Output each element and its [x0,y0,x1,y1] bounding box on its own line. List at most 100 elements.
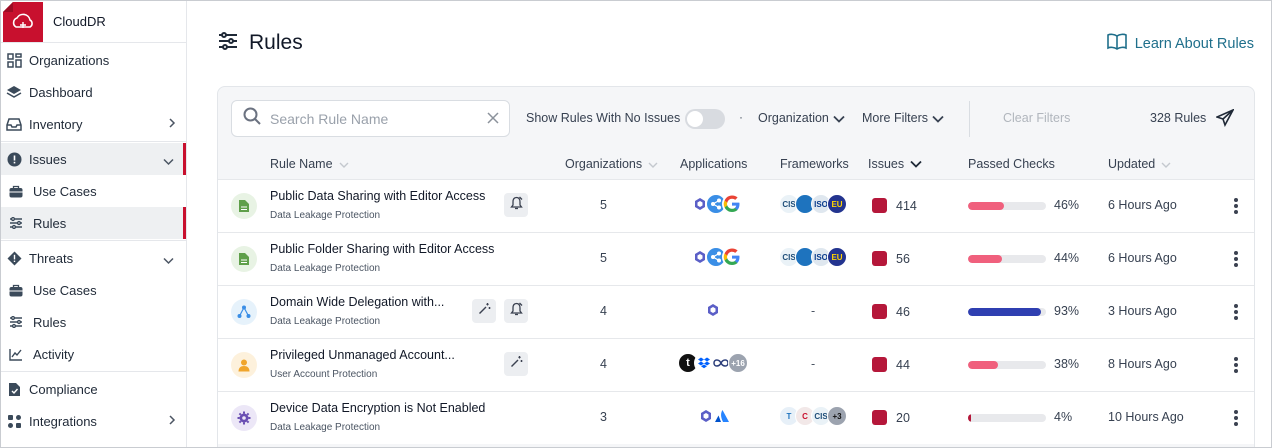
page-title: Rules [249,31,303,54]
table-row[interactable]: Domain Wide Delegation with... Data Leak… [218,285,1254,338]
applications-list [696,406,732,426]
sidebar-item-compliance[interactable]: Compliance [1,373,186,405]
magic-wand-icon [510,355,523,373]
learn-link-label: Learn About Rules [1134,35,1254,52]
google-icon [722,194,742,214]
frameworks-empty: - [811,357,816,371]
table-row[interactable]: Device Data Encryption is Not Enabled Da… [218,391,1254,444]
notify-button[interactable] [504,193,528,217]
more-options-icon[interactable] [1228,196,1244,216]
sidebar-item-label: Activity [33,346,75,362]
organization-filter-label: Organization [758,111,829,125]
divider [1,240,186,241]
rule-name[interactable]: Domain Wide Delegation with... [270,295,444,309]
severity-square [872,357,887,372]
frameworks-list: T C CIS +3 [779,406,847,426]
column-updated[interactable]: Updated [1108,157,1171,171]
issues-count: 56 [896,251,910,266]
organizations-count: 5 [600,251,607,265]
more-options-icon[interactable] [1228,408,1244,428]
sidebar-item-threats-rules[interactable]: Rules [1,306,186,338]
sidebar-item-integrations[interactable]: Integrations [1,405,186,437]
more-apps-badge[interactable]: +16 [728,353,748,373]
applications-list [703,300,723,320]
passed-checks-fill [968,255,1003,263]
more-options-icon[interactable] [1228,249,1244,269]
remediate-button[interactable] [504,352,528,376]
clear-filters-button[interactable]: Clear Filters [1003,111,1070,125]
magic-wand-icon [478,302,491,320]
sidebar-item-threats[interactable]: Threats [1,242,186,274]
column-rule-name[interactable]: Rule Name [270,157,349,171]
show-no-issues-toggle[interactable] [685,109,725,129]
sidebar-item-issues-rules[interactable]: Rules [1,207,186,239]
organization-filter[interactable]: Organization [758,111,845,126]
framework-badge: EU [827,194,847,214]
rule-name[interactable]: Public Data Sharing with Editor Access [270,189,485,203]
updated-time: 8 Hours Ago [1108,357,1177,371]
clear-search-icon[interactable] [487,111,499,129]
severity-square [872,304,887,319]
issues-cell: 20 [872,410,910,425]
rule-name[interactable]: Privileged Unmanaged Account... [270,348,455,362]
delegation-icon [231,299,257,325]
column-label: Organizations [565,157,643,171]
document-icon [231,246,257,272]
rule-category: User Account Protection [270,369,378,380]
more-frameworks-badge[interactable]: +3 [827,406,847,426]
rule-name[interactable]: Device Data Encryption is Not Enabled [270,401,485,415]
user-icon [231,352,257,378]
column-organizations[interactable]: Organizations [565,157,658,171]
brand[interactable]: CloudDR [1,1,186,43]
notify-button[interactable] [504,299,528,323]
more-options-icon[interactable] [1228,355,1244,375]
app-name: CloudDR [53,14,106,29]
sidebar-item-threats-use-cases[interactable]: Use Cases [1,274,186,306]
sidebar-item-issues-use-cases[interactable]: Use Cases [1,175,186,207]
document-icon [231,193,257,219]
activity-chart-icon [8,346,24,362]
sort-icon [648,157,658,171]
passed-checks-fill [968,414,972,422]
divider [969,101,970,137]
issues-count: 46 [896,304,910,319]
table-row[interactable]: Privileged Unmanaged Account... User Acc… [218,338,1254,391]
sidebar-item-label: Issues [29,151,67,167]
book-icon [1106,33,1127,54]
sidebar-item-inventory[interactable]: Inventory [1,108,186,140]
table-row[interactable]: Public Folder Sharing with Editor Access… [218,232,1254,285]
gear-icon [231,405,257,431]
send-icon[interactable] [1214,108,1235,132]
more-options-icon[interactable] [1228,302,1244,322]
grid-icon [6,52,22,68]
search-box[interactable] [231,100,510,137]
issues-count: 20 [896,410,910,425]
sidebar-item-label: Threats [29,250,74,266]
sidebar-item-dashboard[interactable]: Dashboard [1,76,186,108]
column-issues[interactable]: Issues [868,157,922,171]
issues-cell: 44 [872,357,910,372]
page-header: Rules [217,31,303,55]
column-passed-checks: Passed Checks [968,157,1055,171]
compliance-icon [6,381,22,397]
more-filters-dropdown[interactable]: More Filters [862,111,944,126]
chevron-down-icon [932,112,944,126]
rule-name[interactable]: Public Folder Sharing with Editor Access [270,242,494,256]
column-label: Updated [1108,157,1156,171]
remediate-button[interactable] [472,299,496,323]
passed-checks-percent: 38% [1054,357,1080,371]
sidebar-item-organizations[interactable]: Organizations [1,44,186,76]
framework-badge: EU [827,247,847,267]
column-applications: Applications [680,157,748,171]
sliders-icon [8,215,24,231]
applications-list [690,247,742,267]
search-input[interactable] [270,110,470,127]
sidebar-item-issues[interactable]: Issues [1,143,186,175]
learn-about-rules-link[interactable]: Learn About Rules [1106,33,1254,54]
sidebar-item-activity[interactable]: Activity [1,338,186,370]
sidebar-item-label: Use Cases [33,282,97,298]
table-row[interactable]: Public Data Sharing with Editor Access D… [218,179,1254,232]
applications-list [690,194,742,214]
office-icon [703,300,723,320]
toggle-label: Show Rules With No Issues [526,111,681,125]
